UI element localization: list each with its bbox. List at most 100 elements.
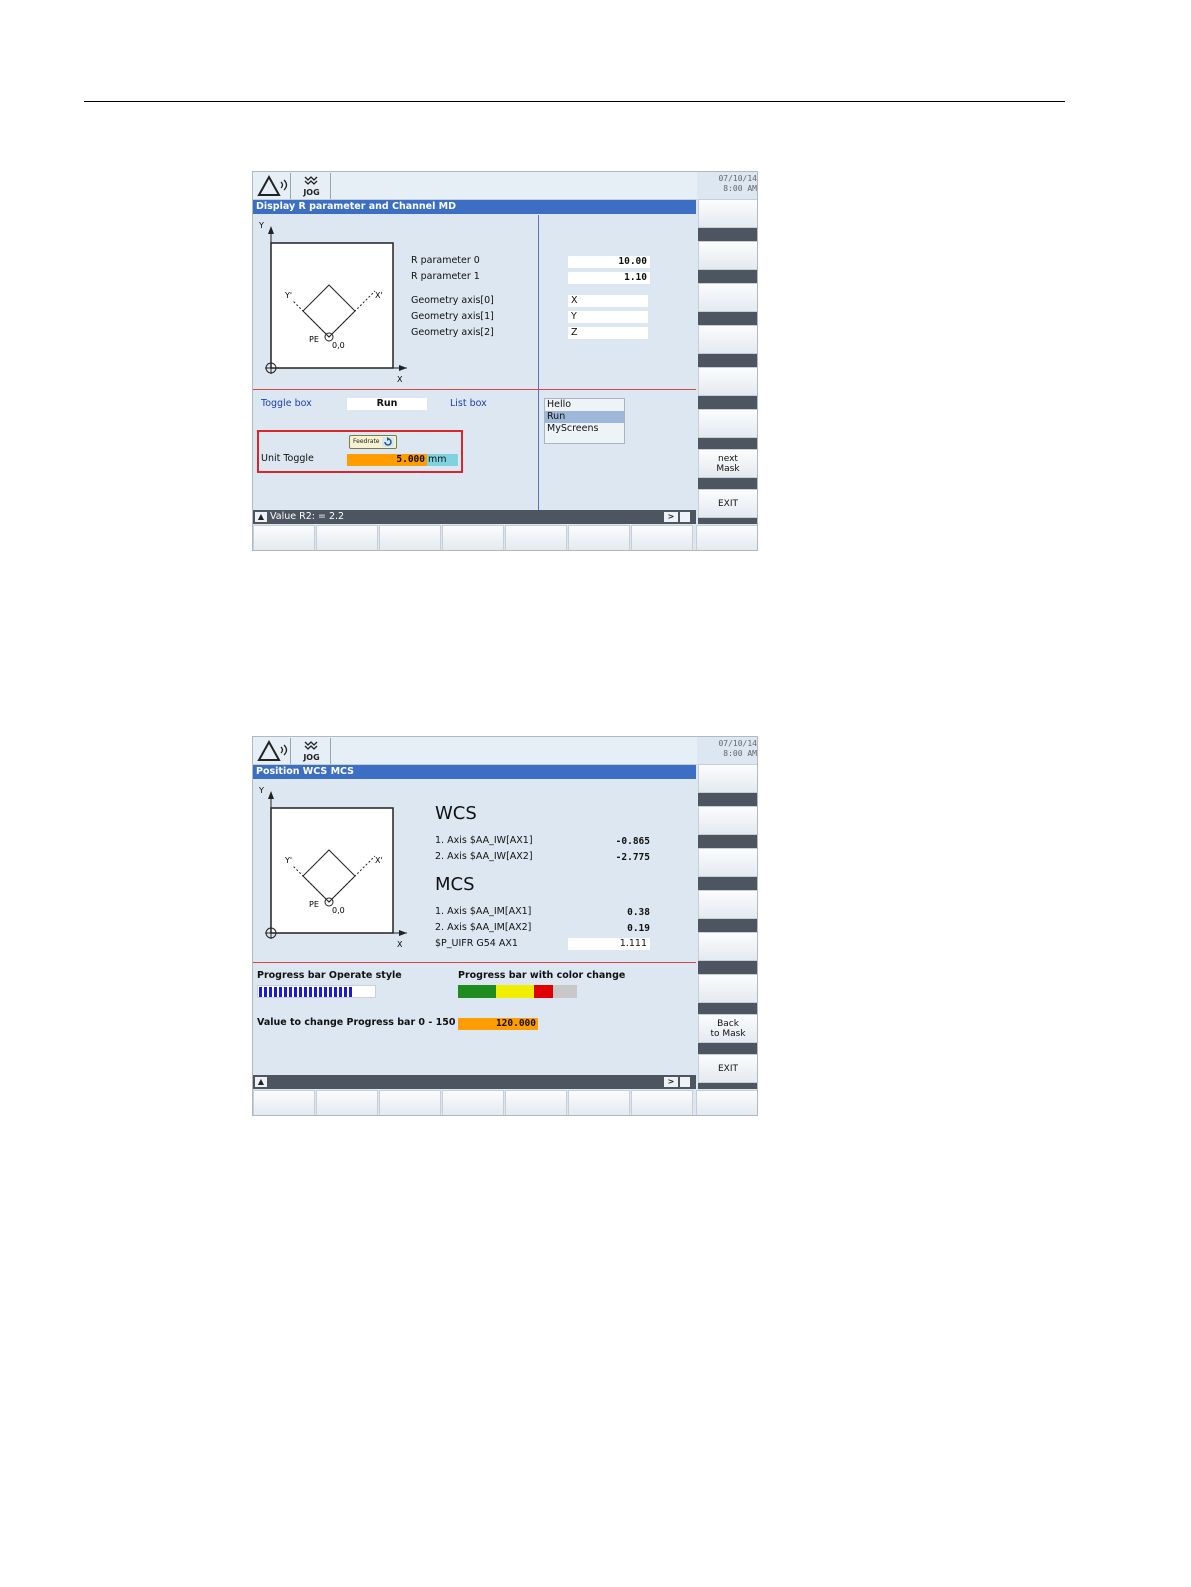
progress1-segment (314, 987, 317, 997)
datetime: 07/10/14 8:00 AM (697, 174, 757, 194)
softkey-h4[interactable] (442, 1090, 504, 1115)
progress1-segment (274, 987, 277, 997)
wcs-axis-2-value: -2.775 (615, 852, 650, 863)
list-item-myscreens[interactable]: MyScreens (545, 423, 624, 435)
uifr-value[interactable]: 1.111 (568, 938, 650, 950)
next-mask-button[interactable]: next Mask (698, 449, 757, 478)
status-extra-icon (680, 512, 690, 522)
feedrate-button[interactable]: Feedrate (349, 435, 397, 449)
softkey-v2[interactable] (698, 241, 757, 270)
softkey-v2[interactable] (698, 806, 757, 835)
value-to-change-input[interactable]: 120.000 (458, 1018, 538, 1030)
coordinate-diagram: Y X Y' X' PE 0,0 (258, 221, 407, 384)
diagram-pe-label: PE (309, 335, 319, 344)
geometry-axis-1-value[interactable]: Y (568, 311, 648, 323)
progress2-label: Progress bar with color change (458, 970, 626, 981)
scroll-up-icon[interactable]: ▲ (255, 1077, 267, 1087)
softkey-v4[interactable] (698, 325, 757, 354)
status-bar: ▲ > (253, 1075, 696, 1089)
softkey-v1[interactable] (698, 764, 757, 793)
progress1-segment (299, 987, 302, 997)
softkey-gap (698, 518, 757, 524)
list-item-hello[interactable]: Hello (545, 399, 624, 411)
softkey-h6[interactable] (568, 525, 630, 550)
r-param-0-label: R parameter 0 (411, 255, 480, 266)
alarm-icon (255, 173, 291, 199)
status-text: Value R2: = 2.2 (270, 511, 345, 522)
geometry-axis-2-value[interactable]: Z (568, 327, 648, 339)
softkey-v3[interactable] (698, 283, 757, 312)
unit-toggle-unit[interactable]: mm (427, 454, 458, 466)
back-to-mask-button[interactable]: Back to Mask (698, 1014, 757, 1043)
softkey-v5[interactable] (698, 367, 757, 396)
softkey-h4[interactable] (442, 525, 504, 550)
geometry-axis-1-label: Geometry axis[1] (411, 311, 494, 322)
softkey-v4[interactable] (698, 890, 757, 919)
softkey-gap (698, 228, 757, 241)
diagram-yrot-label: Y' (284, 856, 292, 865)
unit-toggle-value[interactable]: 5.000 (347, 454, 427, 466)
progress1-segment (334, 987, 337, 997)
mcs-axis-1-value: 0.38 (627, 907, 650, 918)
exit-button[interactable]: EXIT (698, 1054, 757, 1083)
column-divider (538, 215, 539, 510)
diagram-pe-label: PE (309, 900, 319, 909)
next-mask-line2: Mask (716, 463, 740, 474)
softkey-v6[interactable] (698, 974, 757, 1003)
progress1-segment (304, 987, 307, 997)
datetime: 07/10/14 8:00 AM (697, 739, 757, 759)
list-box[interactable]: Hello Run MyScreens (544, 398, 625, 444)
softkey-gap (698, 793, 757, 806)
mcs-axis-1-label: 1. Axis $AA_IM[AX1] (435, 906, 532, 917)
softkey-h3[interactable] (379, 525, 441, 550)
softkey-v3[interactable] (698, 848, 757, 877)
softkey-h5[interactable] (505, 525, 567, 550)
progress1-segment (294, 987, 297, 997)
time-text: 8:00 AM (723, 184, 757, 193)
diagram-y-label: Y (258, 221, 264, 230)
softkey-h7[interactable] (631, 525, 693, 550)
list-box-label: List box (450, 398, 487, 409)
diagram-x-label: X (397, 375, 403, 384)
progress-bar-color (458, 985, 577, 998)
softkey-h6[interactable] (568, 1090, 630, 1115)
list-item-run[interactable]: Run (545, 411, 624, 423)
softkey-v1[interactable] (698, 199, 757, 228)
wcs-axis-1-value: -0.865 (615, 836, 650, 847)
softkey-v5[interactable] (698, 932, 757, 961)
jog-icon (304, 741, 317, 750)
progress1-segment (269, 987, 272, 997)
softkey-h8[interactable] (696, 1090, 757, 1115)
geometry-axis-0-value[interactable]: X (568, 295, 648, 307)
r-param-1-label: R parameter 1 (411, 271, 480, 282)
toggle-box-value[interactable]: Run (347, 398, 427, 410)
uifr-label: $P_UIFR G54 AX1 (435, 938, 518, 949)
toggle-box-label: Toggle box (261, 398, 312, 409)
screen-title: Position WCS MCS (253, 765, 696, 779)
date-text: 07/10/14 (718, 174, 757, 183)
scroll-right-icon[interactable]: > (664, 512, 678, 522)
alarm-icon (255, 738, 291, 764)
softkey-h2[interactable] (316, 525, 378, 550)
softkey-gap (698, 354, 757, 367)
screen-r-parameter: JOG 07/10/14 8:00 AM Display R parameter… (252, 171, 758, 551)
softkey-h8[interactable] (696, 525, 757, 550)
softkey-gap (698, 919, 757, 932)
mode-label: JOG (303, 188, 320, 197)
softkey-h2[interactable] (316, 1090, 378, 1115)
softkey-h5[interactable] (505, 1090, 567, 1115)
scroll-right-icon[interactable]: > (664, 1077, 678, 1087)
exit-button[interactable]: EXIT (698, 489, 757, 518)
softkey-h3[interactable] (379, 1090, 441, 1115)
softkey-h1[interactable] (253, 525, 315, 550)
diagram-xrot-label: X' (375, 856, 383, 865)
screen-position-wcs-mcs: JOG 07/10/14 8:00 AM Position WCS MCS Y … (252, 736, 758, 1116)
progress1-segment (319, 987, 322, 997)
softkey-h1[interactable] (253, 1090, 315, 1115)
softkey-h7[interactable] (631, 1090, 693, 1115)
scroll-up-icon[interactable]: ▲ (255, 512, 267, 522)
softkey-v6[interactable] (698, 409, 757, 438)
r-param-1-value[interactable]: 1.10 (568, 272, 650, 284)
r-param-0-value[interactable]: 10.00 (568, 256, 650, 268)
jog-mode-indicator: JOG (293, 738, 331, 764)
